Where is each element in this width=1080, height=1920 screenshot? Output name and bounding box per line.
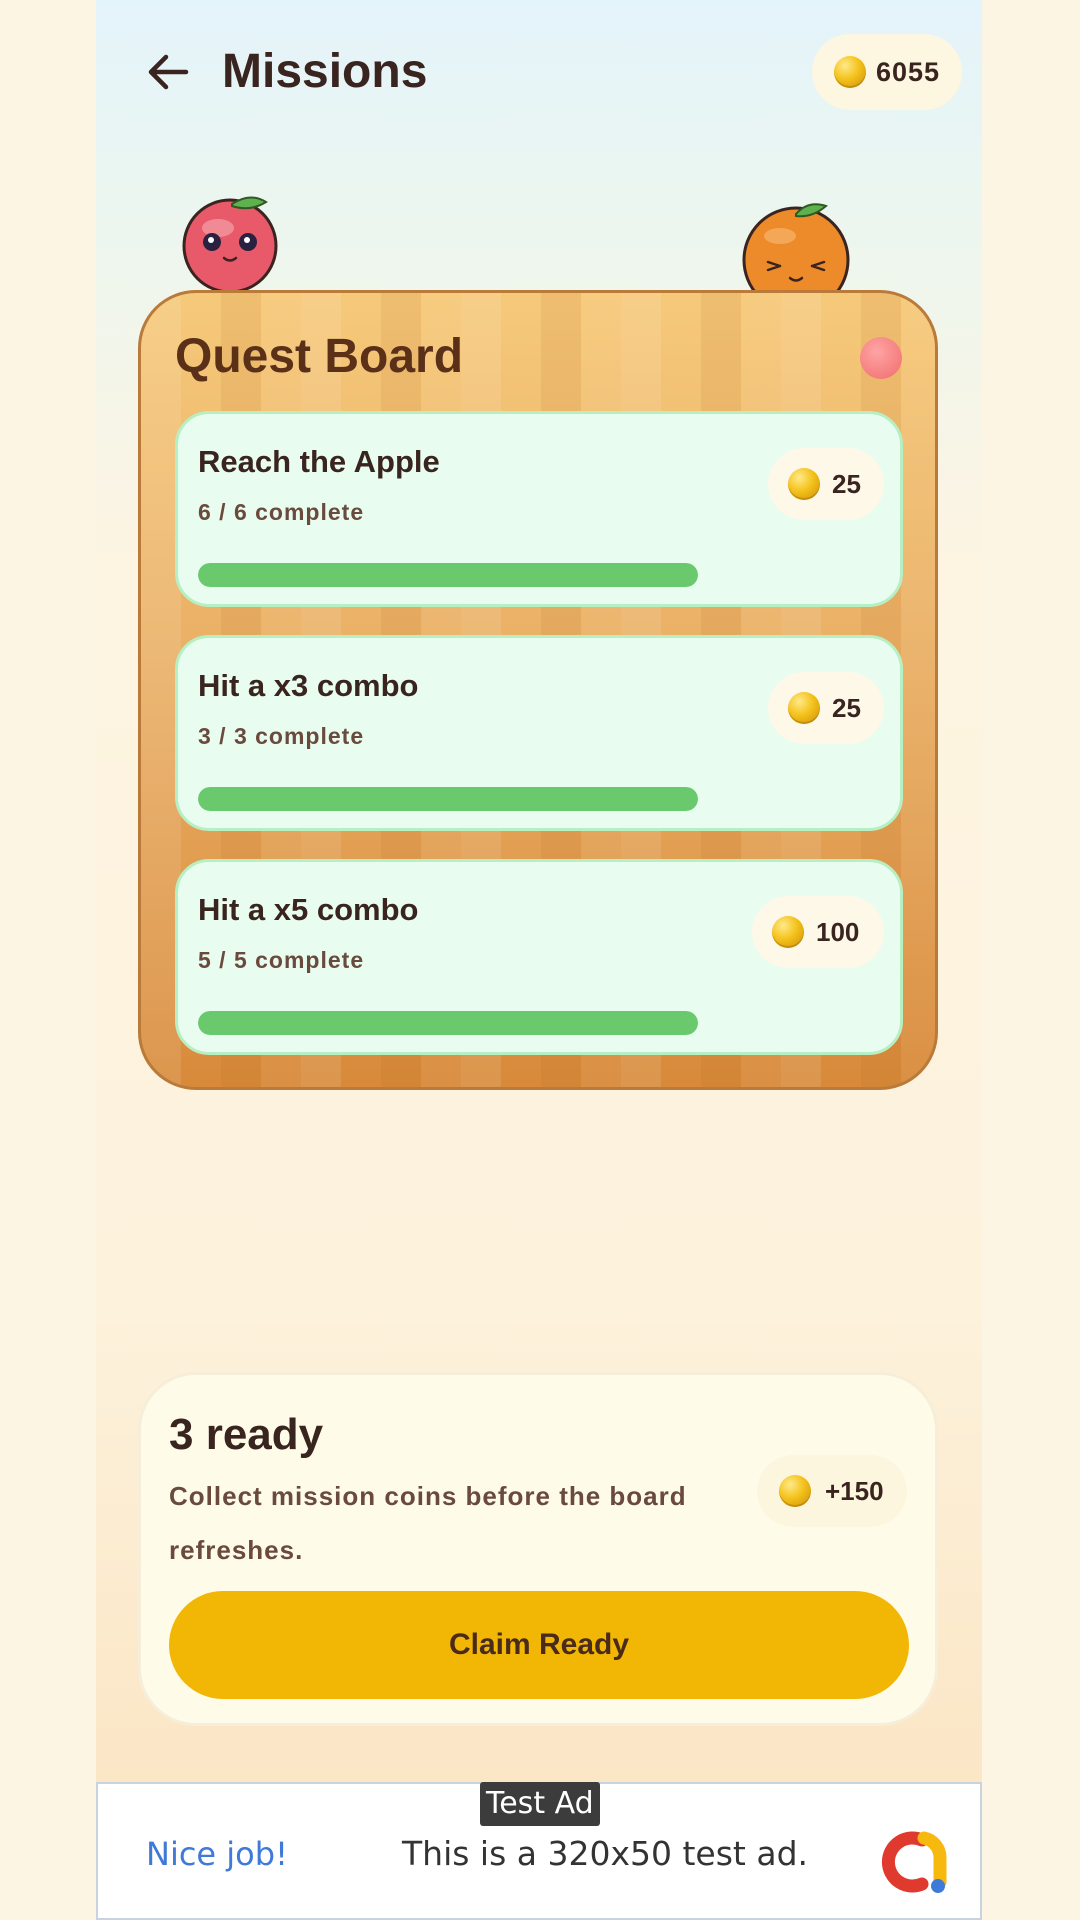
mission-card[interactable]: Hit a x3 combo 3 / 3 complete 25 bbox=[175, 635, 903, 831]
orange-mascot-icon bbox=[742, 203, 850, 300]
total-reward-value: +150 bbox=[825, 1476, 884, 1506]
mission-title: Hit a x5 combo bbox=[198, 892, 419, 927]
quest-board: Quest Board Reach the Apple 6 / 6 comple… bbox=[138, 290, 938, 1090]
ad-banner[interactable]: Test Ad Nice job! This is a 320x50 test … bbox=[96, 1782, 982, 1920]
mission-reward: 25 bbox=[768, 448, 884, 520]
coin-icon bbox=[788, 692, 820, 724]
coin-icon bbox=[788, 468, 820, 500]
mission-reward-value: 25 bbox=[832, 469, 861, 499]
summary-card: 3 ready Collect mission coins before the… bbox=[138, 1372, 938, 1726]
missions-screen: Missions 6055 Quest Board Reach the Appl… bbox=[96, 0, 982, 1920]
total-reward: +150 bbox=[757, 1455, 907, 1527]
summary-description: Collect mission coins before the board r… bbox=[169, 1481, 687, 1565]
ready-count: 3 ready bbox=[169, 1410, 324, 1459]
page-title: Missions bbox=[222, 45, 428, 98]
coin-icon bbox=[834, 56, 866, 88]
mission-progress-text: 6 / 6 complete bbox=[198, 499, 365, 525]
mission-card[interactable]: Hit a x5 combo 5 / 5 complete 100 bbox=[175, 859, 903, 1055]
mission-reward-value: 25 bbox=[832, 693, 861, 723]
coin-balance-value: 6055 bbox=[876, 57, 941, 87]
ad-headline[interactable]: Nice job! bbox=[146, 1832, 288, 1876]
coin-icon bbox=[779, 1475, 811, 1507]
mission-title: Hit a x3 combo bbox=[198, 668, 419, 703]
mission-progress-bar bbox=[198, 563, 698, 587]
mission-progress-text: 3 / 3 complete bbox=[198, 723, 365, 749]
mission-card[interactable]: Reach the Apple 6 / 6 complete 25 bbox=[175, 411, 903, 607]
mission-reward: 25 bbox=[768, 672, 884, 744]
mission-progress-text: 5 / 5 complete bbox=[198, 947, 365, 973]
claim-ready-button[interactable]: Claim Ready bbox=[169, 1591, 909, 1699]
mission-progress-bar bbox=[198, 1011, 698, 1035]
mission-title: Reach the Apple bbox=[198, 444, 440, 479]
back-arrow-icon[interactable] bbox=[146, 50, 190, 94]
mission-progress-bar bbox=[198, 787, 698, 811]
board-title: Quest Board bbox=[175, 330, 464, 383]
mission-reward: 100 bbox=[752, 896, 884, 968]
test-ad-badge: Test Ad bbox=[480, 1782, 600, 1826]
ad-body-text: This is a 320x50 test ad. bbox=[402, 1834, 809, 1873]
coin-balance-pill: 6055 bbox=[812, 34, 962, 110]
board-status-dot bbox=[860, 337, 902, 379]
mission-reward-value: 100 bbox=[816, 917, 860, 947]
apple-mascot-icon bbox=[182, 196, 278, 294]
coin-icon bbox=[772, 916, 804, 948]
admob-logo-icon[interactable] bbox=[878, 1824, 954, 1900]
